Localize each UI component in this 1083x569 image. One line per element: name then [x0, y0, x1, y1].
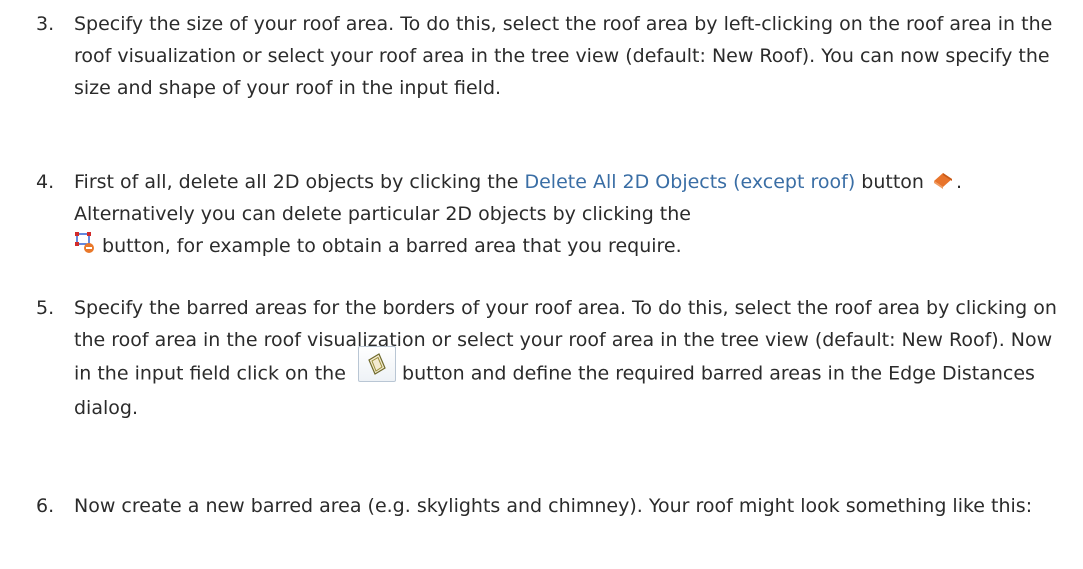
edge-distances-icon [368, 353, 386, 375]
step-text: Now create a new barred area (e.g. skyli… [74, 495, 1033, 517]
document-page: 3. Specify the size of your roof area. T… [0, 0, 1083, 569]
edge-distances-button[interactable] [357, 346, 396, 382]
step-4: 4. First of all, delete all 2D objects b… [36, 166, 1066, 262]
step-number: 4. [36, 171, 55, 193]
step-text: Specify the size of your roof area. To d… [74, 13, 1053, 99]
step-text: First of all, delete all 2D objects by c… [74, 166, 1066, 262]
step-number: 5. [36, 297, 55, 319]
step-5: 5. Specify the barred areas for the bord… [36, 292, 1066, 424]
step-text-part: First of all, delete all 2D objects by c… [74, 171, 525, 193]
delete-2d-object-icon [74, 231, 96, 255]
step-number: 6. [36, 495, 55, 517]
step-number: 3. [36, 13, 55, 35]
step-text-part: button, for example to obtain a barred a… [102, 235, 682, 257]
step-3: 3. Specify the size of your roof area. T… [36, 8, 1066, 104]
step-text: Specify the barred areas for the borders… [74, 292, 1066, 424]
roof-icon [932, 167, 954, 189]
delete-all-2d-objects-link[interactable]: Delete All 2D Objects (except roof) [524, 171, 855, 193]
step-6: 6. Now create a new barred area (e.g. sk… [36, 490, 1066, 522]
step-text-part: button [855, 171, 924, 193]
